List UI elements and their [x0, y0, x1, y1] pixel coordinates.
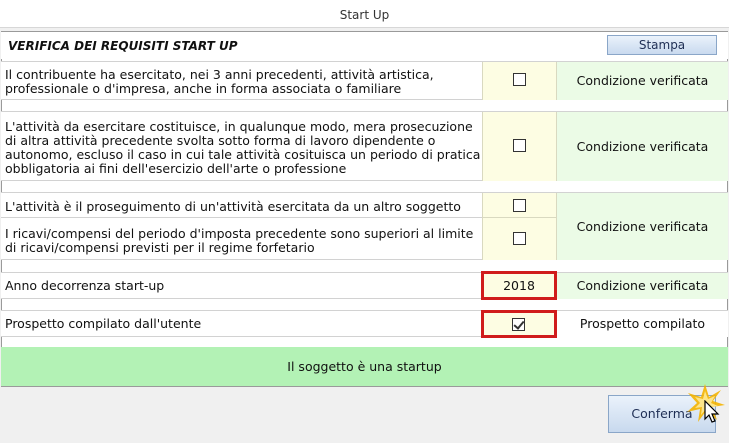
- requirement-text-4: I ricavi/compensi del periodo d'imposta …: [5, 226, 474, 255]
- compiled-checkbox[interactable]: [512, 318, 525, 331]
- requirement-checkbox-2[interactable]: [513, 139, 526, 152]
- compiled-checkbox-cell: [481, 310, 557, 338]
- result-text: Il soggetto è una startup: [287, 359, 442, 374]
- status-cell-2: Condizione verificata: [557, 112, 728, 181]
- click-cursor: [684, 382, 726, 424]
- row-divider: [1, 217, 482, 218]
- compiled-status-cell: Prospetto compilato: [557, 311, 728, 337]
- status-cell-3-4: Condizione verificata: [557, 193, 728, 260]
- status-text-1: Condizione verificata: [576, 73, 709, 88]
- window-title: Start Up: [339, 8, 390, 22]
- status-text-3-4: Condizione verificata: [576, 219, 709, 234]
- checkbox-cell-3-4: [482, 193, 557, 260]
- checkbox-cell-1: [482, 62, 557, 100]
- requirement-text-3: L'attività è il proseguimento di un'atti…: [5, 199, 461, 214]
- row-divider: [483, 217, 556, 218]
- status-text-2: Condizione verificata: [576, 139, 709, 154]
- status-cell-1: Condizione verificata: [557, 62, 728, 100]
- compiled-status-text: Prospetto compilato: [579, 316, 706, 331]
- window-title-bar: Start Up: [0, 0, 729, 28]
- year-input[interactable]: 2018: [481, 271, 557, 300]
- print-button[interactable]: Stampa: [607, 35, 717, 55]
- checkbox-cell-2: [482, 112, 557, 181]
- mouse-pointer-icon: [704, 400, 720, 423]
- year-label: Anno decorrenza start-up: [5, 278, 165, 293]
- year-status-text: Condizione verificata: [576, 278, 709, 293]
- requirement-checkbox-3[interactable]: [513, 199, 526, 212]
- compiled-label: Prospetto compilato dall'utente: [5, 316, 202, 331]
- year-status-cell: Condizione verificata: [557, 273, 728, 299]
- requirement-text-2: L'attività da esercitare costituisce, in…: [5, 119, 481, 176]
- requirement-checkbox-4[interactable]: [513, 232, 526, 245]
- requirement-checkbox-1[interactable]: [513, 73, 526, 86]
- section-title: VERIFICA DEI REQUISITI START UP: [8, 39, 238, 53]
- result-bar: Il soggetto è una startup: [1, 347, 728, 386]
- requirement-text-1: Il contribuente ha esercitato, nei 3 ann…: [5, 67, 434, 96]
